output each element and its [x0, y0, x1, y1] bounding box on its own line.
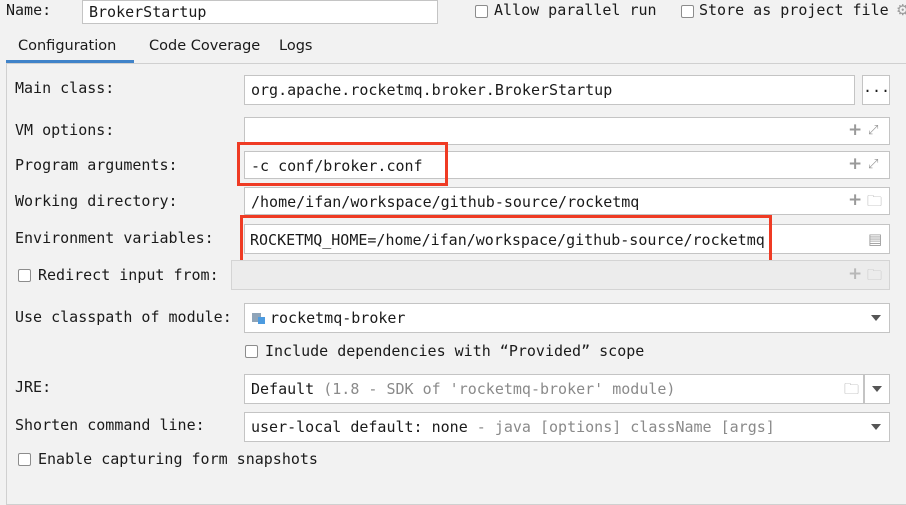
shorten-command-default: user-local default: none [251, 418, 468, 436]
folder-icon: 🗀 [867, 266, 883, 284]
jre-dropdown-button[interactable] [864, 374, 890, 404]
module-icon-accent [258, 317, 265, 324]
jre-default: Default [251, 380, 315, 398]
main-class-label: Main class: [15, 79, 115, 97]
program-arguments-highlight [237, 142, 448, 186]
expand-icon[interactable]: ⤢ [868, 123, 878, 139]
name-input-value: BrokerStartup [89, 3, 207, 21]
classpath-label: Use classpath of module: [15, 308, 232, 326]
tab-configuration[interactable]: Configuration [18, 38, 116, 54]
classpath-module-value: rocketmq-broker [270, 309, 406, 327]
allow-parallel-checkbox[interactable] [475, 5, 488, 18]
folder-icon[interactable]: 🗀 [867, 193, 882, 209]
capture-snapshots-checkbox[interactable] [18, 453, 31, 466]
document-icon[interactable]: ▤ [868, 231, 882, 247]
expand-icon[interactable]: ⤢ [868, 157, 878, 173]
main-class-input[interactable]: org.apache.rocketmq.broker.BrokerStartup [244, 75, 855, 105]
jre-value: Default (1.8 - SDK of 'rocketmq-broker' … [251, 380, 675, 398]
add-icon[interactable]: + [848, 192, 862, 209]
gear-icon[interactable]: ⚙ [896, 2, 906, 18]
chevron-down-icon[interactable] [871, 315, 881, 321]
shorten-command-select[interactable]: user-local default: none - java [options… [244, 412, 890, 442]
chevron-down-icon [872, 386, 882, 392]
working-directory-value: /home/ifan/workspace/github-source/rocke… [251, 193, 640, 211]
vm-options-label: VM options: [15, 121, 115, 139]
allow-parallel-label: Allow parallel run [494, 1, 657, 19]
browse-button-label: ... [863, 78, 891, 96]
vm-options-input[interactable]: + ⤢ [244, 117, 890, 145]
program-arguments-label: Program arguments: [15, 156, 178, 174]
environment-variables-highlight [240, 215, 772, 264]
tab-code-coverage[interactable]: Code Coverage [149, 38, 260, 54]
jre-input[interactable]: Default (1.8 - SDK of 'rocketmq-broker' … [244, 374, 864, 404]
jre-label: JRE: [15, 378, 52, 396]
redirect-input-checkbox[interactable] [18, 269, 31, 282]
tab-logs[interactable]: Logs [279, 38, 312, 54]
folder-icon[interactable]: 🗀 [844, 381, 859, 397]
add-icon[interactable]: + [848, 122, 862, 139]
shorten-command-value: user-local default: none - java [options… [251, 418, 775, 436]
classpath-module-select[interactable]: rocketmq-broker [244, 303, 890, 333]
redirect-input-label: Redirect input from: [38, 266, 219, 284]
shorten-command-hint: - java [options] className [args] [476, 418, 775, 436]
working-directory-input[interactable]: /home/ifan/workspace/github-source/rocke… [244, 187, 890, 215]
name-label: Name: [6, 1, 52, 19]
store-project-label: Store as project file [699, 1, 889, 19]
store-project-checkbox[interactable] [681, 5, 694, 18]
add-icon: + [848, 264, 863, 284]
jre-hint: (1.8 - SDK of 'rocketmq-broker' module) [323, 380, 676, 398]
add-icon[interactable]: + [848, 156, 862, 173]
capture-snapshots-label: Enable capturing form snapshots [38, 450, 318, 468]
chevron-down-icon[interactable] [871, 424, 881, 430]
browse-button[interactable]: ... [862, 75, 890, 105]
working-directory-label: Working directory: [15, 192, 178, 210]
shorten-command-label: Shorten command line: [15, 416, 205, 434]
include-dependencies-checkbox[interactable] [245, 345, 258, 358]
include-dependencies-label: Include dependencies with “Provided” sco… [265, 342, 645, 360]
name-input[interactable]: BrokerStartup [82, 0, 438, 24]
environment-variables-label: Environment variables: [15, 229, 214, 247]
redirect-input-field: + 🗀 [231, 260, 890, 290]
main-class-value: org.apache.rocketmq.broker.BrokerStartup [251, 81, 613, 99]
